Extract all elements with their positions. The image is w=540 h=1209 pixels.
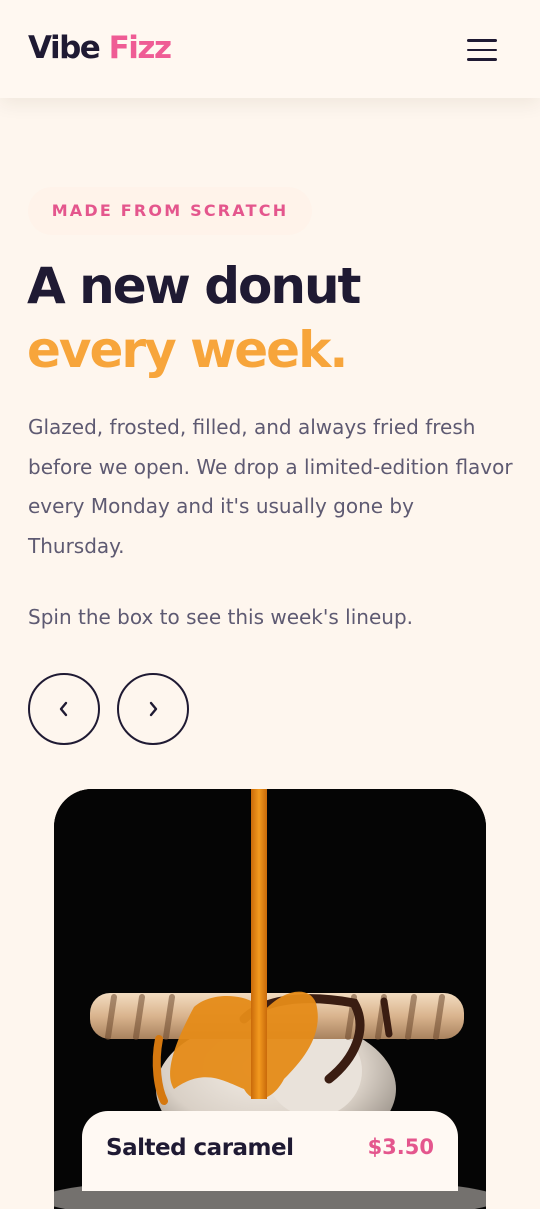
menu-line xyxy=(467,39,497,42)
hero-title-line1: A new donut xyxy=(27,257,361,315)
chevron-left-icon xyxy=(59,701,68,717)
logo-word-fizz: Fizz xyxy=(108,30,172,66)
site-header: Vibe Fizz xyxy=(0,0,540,98)
hero-description: Glazed, frosted, filled, and always frie… xyxy=(28,415,513,558)
logo-word-vibe: Vibe xyxy=(28,30,101,66)
product-name: Salted caramel xyxy=(106,1135,294,1161)
carousel-next-button[interactable] xyxy=(117,673,189,745)
product-price: $3.50 xyxy=(367,1135,434,1159)
chevron-right-icon xyxy=(149,701,158,717)
hamburger-menu-icon[interactable] xyxy=(462,34,502,66)
menu-line xyxy=(467,58,497,61)
hero-badge: MADE FROM SCRATCH xyxy=(28,187,312,235)
hero-title-line2: every week. xyxy=(27,321,348,379)
logo[interactable]: Vibe Fizz xyxy=(28,28,172,68)
menu-line xyxy=(467,48,497,51)
carousel-prev-button[interactable] xyxy=(28,673,100,745)
product-info: Salted caramel $3.50 xyxy=(82,1111,458,1191)
hero-subtext: Spin the box to see this week's lineup. xyxy=(28,605,413,629)
